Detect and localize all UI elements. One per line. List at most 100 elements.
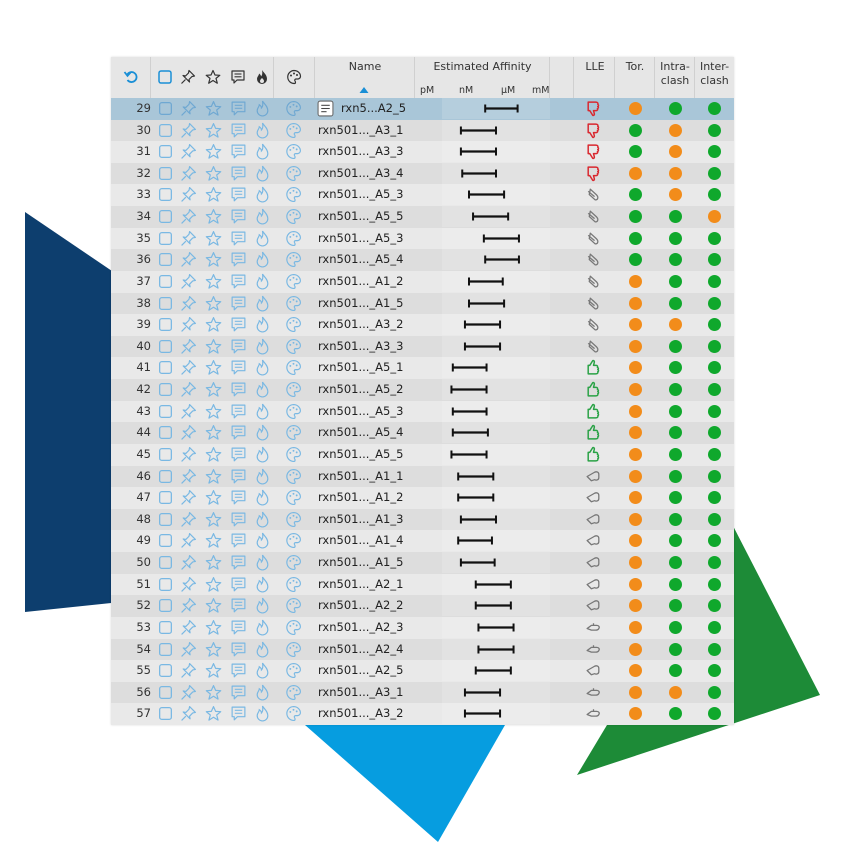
comment-icon[interactable]: [230, 295, 247, 312]
pin-icon[interactable]: [180, 576, 197, 593]
comment-icon[interactable]: [230, 143, 247, 160]
star-icon[interactable]: [205, 295, 222, 312]
pin-icon[interactable]: [180, 251, 197, 268]
palette-icon[interactable]: [286, 69, 302, 85]
flame-icon[interactable]: [254, 251, 271, 268]
pin-icon[interactable]: [180, 554, 197, 571]
row-checkbox[interactable]: [157, 468, 174, 485]
comment-icon[interactable]: [230, 468, 247, 485]
palette-icon[interactable]: [285, 100, 302, 117]
palette-icon[interactable]: [285, 381, 302, 398]
table-row[interactable]: 52 rxn501..._A2_2: [111, 595, 734, 617]
palette-icon[interactable]: [285, 295, 302, 312]
pin-icon[interactable]: [180, 295, 197, 312]
palette-icon[interactable]: [285, 662, 302, 679]
comment-icon[interactable]: [230, 489, 247, 506]
pin-icon[interactable]: [180, 597, 197, 614]
star-icon[interactable]: [205, 338, 222, 355]
flame-icon[interactable]: [254, 597, 271, 614]
row-checkbox[interactable]: [157, 511, 174, 528]
star-icon[interactable]: [205, 446, 222, 463]
pin-icon[interactable]: [180, 641, 197, 658]
palette-icon[interactable]: [285, 554, 302, 571]
comment-icon[interactable]: [230, 122, 247, 139]
table-row[interactable]: 36 rxn501..._A5_4: [111, 249, 734, 271]
palette-icon[interactable]: [285, 165, 302, 182]
star-icon[interactable]: [205, 381, 222, 398]
row-checkbox[interactable]: [157, 295, 174, 312]
row-checkbox[interactable]: [157, 424, 174, 441]
palette-icon[interactable]: [285, 338, 302, 355]
star-icon[interactable]: [205, 468, 222, 485]
pin-icon[interactable]: [180, 684, 197, 701]
flame-icon[interactable]: [254, 359, 271, 376]
star-icon[interactable]: [205, 208, 222, 225]
comment-icon[interactable]: [230, 424, 247, 441]
row-checkbox[interactable]: [157, 251, 174, 268]
star-icon[interactable]: [205, 619, 222, 636]
row-checkbox[interactable]: [157, 662, 174, 679]
pin-icon[interactable]: [180, 403, 197, 420]
table-row[interactable]: 55 rxn501..._A2_5: [111, 660, 734, 682]
comment-icon[interactable]: [230, 230, 247, 247]
table-row[interactable]: 34 rxn501..._A5_5: [111, 206, 734, 228]
pin-icon[interactable]: [180, 69, 196, 85]
flame-icon[interactable]: [254, 619, 271, 636]
comment-icon[interactable]: [230, 69, 246, 85]
star-icon[interactable]: [205, 359, 222, 376]
table-row[interactable]: 49 rxn501..._A1_4: [111, 530, 734, 553]
comment-icon[interactable]: [230, 662, 247, 679]
table-row[interactable]: 40 rxn501..._A3_3: [111, 335, 734, 358]
row-checkbox[interactable]: [157, 705, 174, 722]
pin-icon[interactable]: [180, 208, 197, 225]
star-icon[interactable]: [205, 143, 222, 160]
row-checkbox[interactable]: [157, 359, 174, 376]
pin-icon[interactable]: [180, 532, 197, 549]
row-checkbox[interactable]: [157, 489, 174, 506]
comment-icon[interactable]: [230, 446, 247, 463]
flame-icon[interactable]: [254, 662, 271, 679]
star-icon[interactable]: [205, 705, 222, 722]
table-row[interactable]: 53 rxn501..._A2_3: [111, 616, 734, 639]
pin-icon[interactable]: [180, 619, 197, 636]
star-icon[interactable]: [205, 69, 221, 85]
flame-icon[interactable]: [254, 165, 271, 182]
pin-icon[interactable]: [180, 230, 197, 247]
row-checkbox[interactable]: [157, 273, 174, 290]
flame-icon[interactable]: [254, 403, 271, 420]
pin-icon[interactable]: [180, 143, 197, 160]
palette-icon[interactable]: [285, 641, 302, 658]
table-row[interactable]: 54 rxn501..._A2_4: [111, 638, 734, 661]
palette-icon[interactable]: [285, 251, 302, 268]
row-checkbox[interactable]: [157, 143, 174, 160]
header-inter-clash[interactable]: Inter- clash: [695, 57, 734, 98]
row-checkbox[interactable]: [157, 446, 174, 463]
pin-icon[interactable]: [180, 662, 197, 679]
table-row[interactable]: 43 rxn501..._A5_3: [111, 400, 734, 423]
flame-icon[interactable]: [254, 381, 271, 398]
palette-icon[interactable]: [285, 511, 302, 528]
flame-icon[interactable]: [254, 295, 271, 312]
comment-icon[interactable]: [230, 511, 247, 528]
row-checkbox[interactable]: [157, 532, 174, 549]
comment-icon[interactable]: [230, 273, 247, 290]
comment-icon[interactable]: [230, 338, 247, 355]
star-icon[interactable]: [205, 251, 222, 268]
star-icon[interactable]: [205, 122, 222, 139]
comment-icon[interactable]: [230, 684, 247, 701]
star-icon[interactable]: [205, 662, 222, 679]
palette-icon[interactable]: [285, 143, 302, 160]
flame-icon[interactable]: [254, 511, 271, 528]
star-icon[interactable]: [205, 316, 222, 333]
flame-icon[interactable]: [254, 424, 271, 441]
comment-icon[interactable]: [230, 554, 247, 571]
pin-icon[interactable]: [180, 705, 197, 722]
comment-icon[interactable]: [230, 186, 247, 203]
row-checkbox[interactable]: [157, 641, 174, 658]
star-icon[interactable]: [205, 554, 222, 571]
star-icon[interactable]: [205, 532, 222, 549]
pin-icon[interactable]: [180, 424, 197, 441]
star-icon[interactable]: [205, 424, 222, 441]
palette-icon[interactable]: [285, 576, 302, 593]
star-icon[interactable]: [205, 489, 222, 506]
